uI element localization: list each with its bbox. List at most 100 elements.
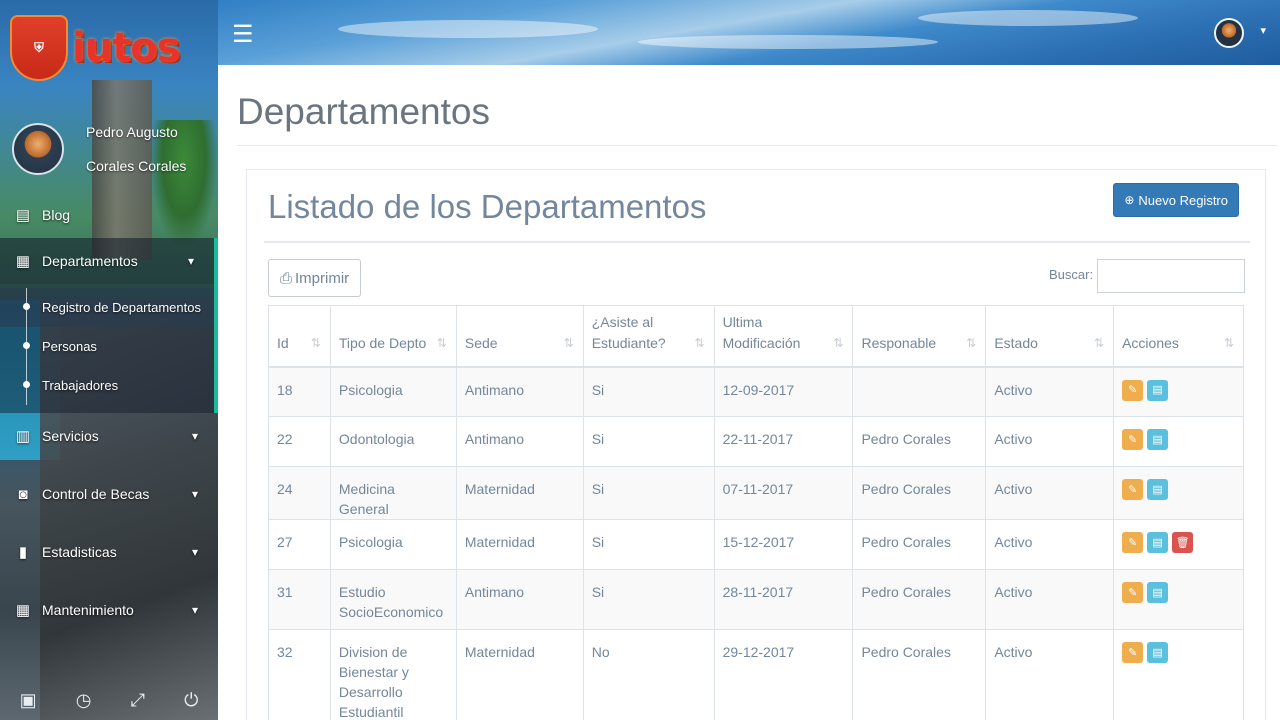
sidebar-item-label: Estadisticas — [42, 544, 117, 560]
user-name: Pedro Augusto Corales Corales — [86, 115, 186, 183]
sidebar-item-label: Blog — [42, 207, 71, 223]
cell-sede: Antimano — [455, 416, 584, 467]
chevron-down-icon[interactable]: ▾ — [1260, 24, 1266, 37]
column-header-id[interactable]: Id ⇅ — [268, 305, 331, 368]
edit-button[interactable]: ✎ — [1122, 642, 1144, 663]
table-icon: ▥ — [15, 428, 31, 445]
sort-icon: ⇅ — [1223, 335, 1234, 350]
new-record-button[interactable]: ⊕ Nuevo Registro — [1113, 183, 1239, 217]
sidebar-footer: ▣ ◷ ⤢ ⏻ — [0, 680, 218, 720]
column-header-asiste[interactable]: ¿Asiste al Estudiante? ⇅ — [582, 305, 715, 368]
sort-icon: ⇅ — [966, 335, 977, 350]
sidebar-subitem-trabajadores[interactable]: Trabajadores — [0, 366, 214, 405]
view-button[interactable]: ▤ — [1147, 379, 1169, 401]
user-profile: Pedro Augusto Corales Corales — [12, 115, 186, 183]
cell-estado: Activo — [985, 366, 1115, 417]
cell-tipo: Division de Bienestar y Desarrollo Estud… — [329, 629, 457, 720]
edit-button[interactable]: ✎ — [1122, 429, 1144, 450]
column-header-sede[interactable]: Sede ⇅ — [455, 305, 584, 368]
divider — [237, 145, 1277, 146]
column-label: ¿Asiste al Estudiante? — [591, 313, 666, 351]
cell-id: 18 — [268, 366, 331, 417]
sidebar-item-estadisticas[interactable]: ▮ Estadisticas ▾ — [0, 529, 218, 575]
cell-asiste: Si — [582, 416, 715, 467]
cell-sede: Maternidad — [455, 466, 584, 520]
cell-modificacion: 07-11-2017 — [713, 466, 854, 520]
power-icon[interactable]: ⏻ — [184, 690, 198, 711]
sidebar-item-servicios[interactable]: ▥ Servicios ▾ — [0, 413, 218, 459]
sidebar-item-label: Mantenimiento — [42, 602, 134, 618]
column-header-tipo[interactable]: Tipo de Depto ⇅ — [329, 305, 457, 368]
cell-tipo: Estudio SocioEconomico — [329, 569, 457, 630]
chevron-down-icon: ▾ — [191, 487, 198, 501]
cell-responsable: Pedro Corales — [852, 519, 987, 570]
building-icon: ▦ — [15, 253, 31, 270]
search-input[interactable] — [1097, 259, 1245, 293]
view-button[interactable]: ▤ — [1147, 582, 1169, 603]
chevron-down-icon: ▾ — [191, 603, 198, 617]
cell-responsable: Pedro Corales — [852, 466, 987, 520]
column-header-modificacion[interactable]: Ultima Modificación ⇅ — [713, 305, 854, 368]
sidebar-item-mantenimiento[interactable]: ▦ Mantenimiento ▾ — [0, 587, 218, 633]
column-header-estado[interactable]: Estado ⇅ — [985, 305, 1115, 368]
grid-icon: ▦ — [15, 602, 31, 619]
cell-estado: Activo — [985, 466, 1115, 520]
sort-icon: ⇅ — [436, 335, 447, 350]
view-button[interactable]: ▤ — [1147, 429, 1169, 450]
cell-asiste: Si — [582, 466, 715, 520]
cell-acciones: ✎ ▤ — [1113, 366, 1244, 417]
cell-responsable: Pedro Corales — [852, 416, 987, 467]
search-label: Buscar: — [1049, 267, 1094, 282]
sidebar-subitem-registro[interactable]: Registro de Departamentos — [0, 288, 214, 327]
chevron-down-icon: ▾ — [191, 545, 198, 559]
money-icon: ◙ — [18, 485, 28, 503]
sidebar-submenu: Registro de Departamentos Personas Traba… — [0, 284, 218, 413]
edit-button[interactable]: ✎ — [1122, 582, 1144, 603]
view-button[interactable]: ▤ — [1147, 532, 1169, 553]
fullscreen-icon[interactable]: ⤢ — [131, 690, 145, 711]
cell-id: 22 — [268, 416, 331, 467]
cell-id: 27 — [268, 519, 331, 570]
table-header-row: Id ⇅ Tipo de Depto ⇅ Sede ⇅ ¿Asiste al Estu… — [268, 305, 1244, 368]
column-header-acciones[interactable]: Acciones ⇅ — [1113, 305, 1244, 368]
cell-sede: Maternidad — [455, 629, 584, 720]
cell-asiste: Si — [582, 519, 715, 570]
book-icon: ▤ — [15, 207, 31, 224]
view-button[interactable]: ▤ — [1147, 642, 1169, 663]
user-avatar[interactable] — [1214, 18, 1244, 48]
sort-icon: ⇅ — [694, 335, 705, 350]
edit-button[interactable]: ✎ — [1122, 379, 1144, 401]
sidebar-item-blog[interactable]: ▤ Blog — [0, 192, 218, 238]
divider — [264, 241, 1250, 243]
edit-button[interactable]: ✎ — [1122, 532, 1144, 553]
chevron-down-icon: ▾ — [191, 429, 198, 443]
table-row: 24 Medicina General Maternidad Si 07-11-… — [268, 466, 1244, 520]
cell-acciones: ✎ ▤ — [1113, 466, 1244, 520]
delete-button[interactable]: 🗑 — [1172, 532, 1194, 553]
cell-estado: Activo — [985, 416, 1115, 467]
sort-icon: ⇅ — [833, 335, 844, 350]
column-header-responsable[interactable]: Responable ⇅ — [852, 305, 987, 368]
sidebar-nav: ▤ Blog ▦ Departamentos ▾ Registro de Dep… — [0, 192, 218, 633]
main-content: Departamentos Listado de los Departament… — [218, 65, 1280, 720]
column-label: Id — [277, 334, 289, 351]
cell-id: 31 — [268, 569, 331, 630]
sidebar-item-label: Control de Becas — [42, 486, 150, 502]
sidebar-item-control-becas[interactable]: ◙ Control de Becas ▾ — [0, 471, 218, 517]
print-button[interactable]: ⎙ Imprimir — [268, 259, 362, 297]
app-logo[interactable]: ⛨ iutos — [10, 12, 205, 84]
cell-sede: Maternidad — [455, 519, 584, 570]
cell-sede: Antimano — [455, 366, 584, 417]
view-button[interactable]: ▤ — [1147, 479, 1169, 500]
image-icon[interactable]: ▣ — [20, 690, 37, 711]
clock-icon[interactable]: ◷ — [76, 690, 92, 711]
column-label: Tipo de Depto — [338, 334, 427, 351]
cell-asiste: Si — [582, 366, 715, 417]
menu-toggle-icon[interactable]: ☰ — [232, 20, 254, 49]
sidebar-subitem-personas[interactable]: Personas — [0, 327, 214, 366]
sidebar-item-departamentos[interactable]: ▦ Departamentos ▾ — [0, 238, 218, 284]
cell-tipo: Psicologia — [329, 519, 457, 570]
cell-estado: Activo — [985, 569, 1115, 630]
edit-button[interactable]: ✎ — [1122, 479, 1144, 500]
sky-cloud — [918, 10, 1138, 26]
